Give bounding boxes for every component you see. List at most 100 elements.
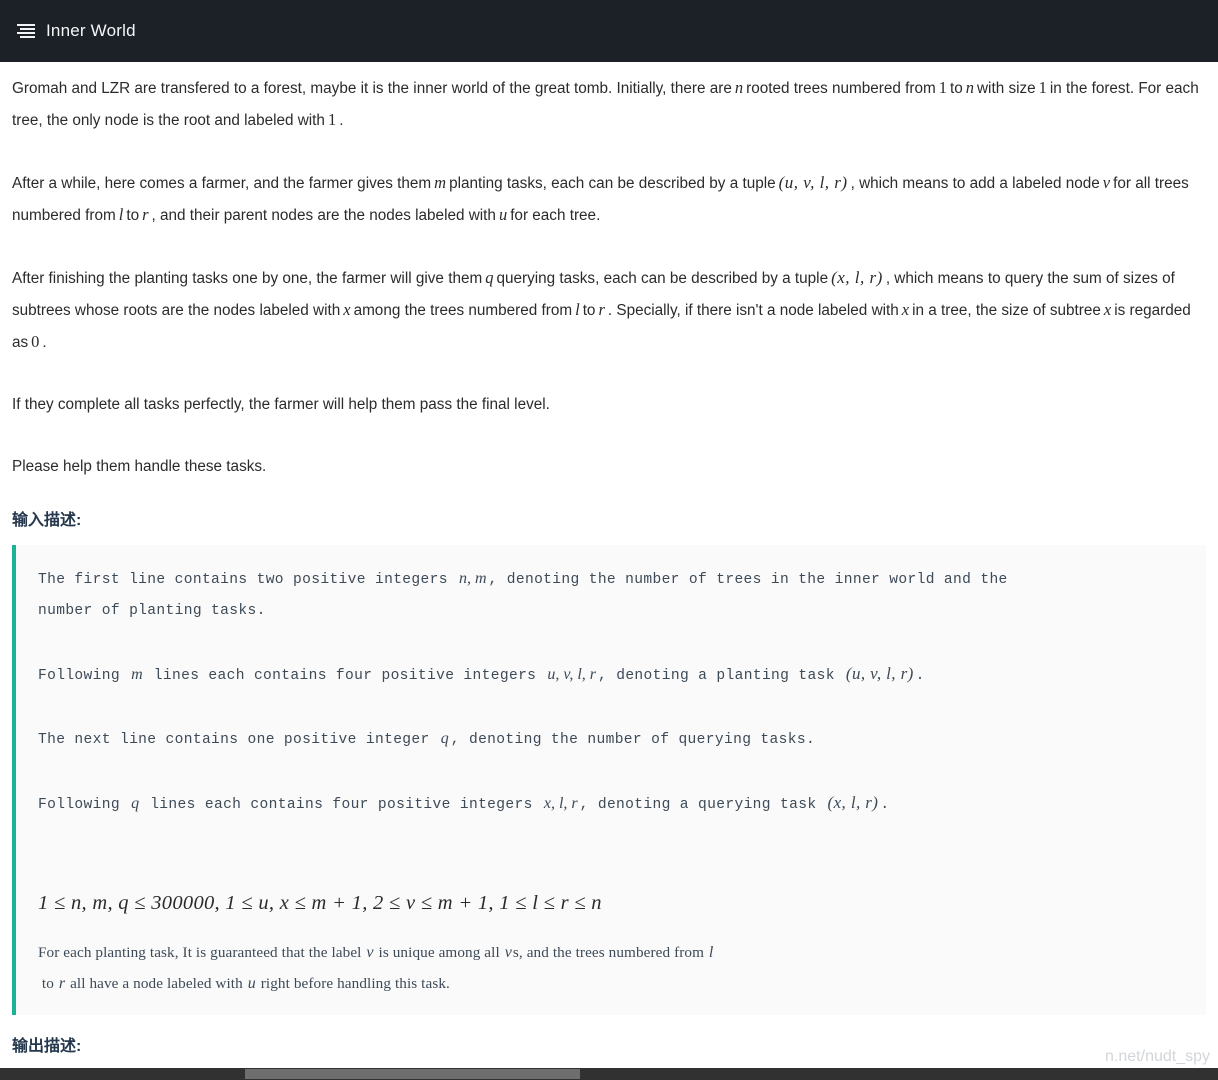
paragraph-final-level: If they complete all tasks perfectly, th… xyxy=(12,396,550,413)
input-l1-b: , denoting the number of trees in the in… xyxy=(488,572,1008,588)
p3-var-q: q xyxy=(485,268,494,287)
p2-text-e: to xyxy=(126,207,140,224)
page-title: Inner World xyxy=(46,21,136,40)
p3-text-i: . xyxy=(42,334,47,351)
note-var-v: v xyxy=(366,944,374,961)
p1-text-c: to xyxy=(949,80,963,97)
input-description-block: The first line contains two positive int… xyxy=(12,545,1206,1015)
input-l4-d: . xyxy=(880,797,890,813)
note-var-vs: v xyxy=(504,944,512,961)
p3-text-e: to xyxy=(582,302,596,319)
input-l3-q: q xyxy=(440,730,449,747)
note-var-r: r xyxy=(58,975,66,992)
p2-var-l: l xyxy=(118,205,124,224)
page-root: Inner World Gromah and LZR are transfere… xyxy=(0,0,1218,1080)
input-l4-vars: x, l, r xyxy=(543,795,578,812)
p2-var-u: u xyxy=(498,205,508,224)
p3-text-f: . Specially, if there isn't a node label… xyxy=(607,302,899,319)
p3-text-b: querying tasks, each can be described by… xyxy=(496,270,829,287)
note-a: For each planting task, It is guaranteed… xyxy=(38,944,362,961)
p2-text-a: After a while, here comes a farmer, and … xyxy=(12,175,432,192)
input-l4-c: , denoting a querying task xyxy=(579,797,817,813)
p1-text-f: . xyxy=(339,112,344,129)
input-l1-vars: n, m xyxy=(458,570,487,587)
p3-var-l: l xyxy=(575,300,580,319)
input-l2-tuple: (u, v, l, r) xyxy=(845,664,914,683)
p2-var-m: m xyxy=(434,173,447,192)
note-f: right before handling this task. xyxy=(260,975,450,992)
p2-tuple: (u, v, l, r) xyxy=(778,173,848,192)
input-l4-tuple: (x, l, r) xyxy=(827,793,879,812)
input-description-heading: 输入描述: xyxy=(12,512,82,529)
note-b: is unique among all xyxy=(378,944,500,961)
note-var-u: u xyxy=(247,975,256,992)
p1-text-d: with size xyxy=(977,80,1036,97)
p3-text-d: among the trees numbered from xyxy=(353,302,573,319)
p3-var-x1: x xyxy=(343,300,351,319)
p3-var-x2: x xyxy=(901,300,910,319)
p3-var-r: r xyxy=(598,300,605,319)
p3-num-zero: 0 xyxy=(31,332,40,351)
input-l4-q: q xyxy=(131,795,140,812)
output-description-heading: 输出描述: xyxy=(12,1038,82,1055)
note-c: s, and the trees numbered from xyxy=(512,944,704,961)
input-line-1: The first line contains two positive int… xyxy=(38,563,1206,596)
p2-text-b: planting tasks, each can be described by… xyxy=(449,175,776,192)
input-l2-c: , denoting a planting task xyxy=(598,668,835,684)
paragraph-querying: After finishing the planting tasks one b… xyxy=(12,262,1206,358)
note-d: to xyxy=(41,975,54,992)
constraint-formula: 1 ≤ n, m, q ≤ 300000, 1 ≤ u, x ≤ m + 1, … xyxy=(38,892,602,914)
input-l2-vars: u, v, l, r xyxy=(547,666,596,683)
input-l3-a: The next line contains one positive inte… xyxy=(38,732,430,748)
input-line-2: Following m lines each contains four pos… xyxy=(38,658,1206,692)
p2-text-g: for each tree. xyxy=(510,207,601,224)
p1-num-1c: 1 xyxy=(327,110,337,129)
p1-num-1b: 1 xyxy=(1038,78,1047,97)
input-note-line-2: to r all have a node labeled with u righ… xyxy=(38,968,1206,999)
p1-num-1a: 1 xyxy=(938,78,947,97)
input-l2-a: Following xyxy=(38,668,120,684)
input-l4-a: Following xyxy=(38,797,120,813)
paragraph-intro: Gromah and LZR are transfered to a fores… xyxy=(12,72,1206,136)
p1-var-n2: n xyxy=(965,78,974,97)
horizontal-scrollbar[interactable] xyxy=(0,1068,1218,1080)
input-l2-d: . xyxy=(915,668,925,684)
p3-var-x3: x xyxy=(1103,300,1112,319)
input-l4-b: lines each contains four positive intege… xyxy=(150,797,533,813)
p1-text-a: Gromah and LZR are transfered to a fores… xyxy=(12,80,732,97)
note-var-l: l xyxy=(708,944,714,961)
list-icon xyxy=(17,23,35,39)
input-line-4: Following q lines each contains four pos… xyxy=(38,787,1206,821)
input-line-3: The next line contains one positive inte… xyxy=(38,723,1206,756)
p1-text-b: rooted trees numbered from xyxy=(746,80,936,97)
horizontal-scrollbar-thumb[interactable] xyxy=(245,1069,580,1079)
app-header: Inner World xyxy=(0,0,1218,62)
p2-var-r: r xyxy=(142,205,149,224)
input-l3-b: , denoting the number of querying tasks. xyxy=(450,732,816,748)
input-l2-b: lines each contains four positive intege… xyxy=(153,668,537,684)
p3-text-a: After finishing the planting tasks one b… xyxy=(12,270,483,287)
paragraph-please-help: Please help them handle these tasks. xyxy=(12,458,267,475)
p3-text-g: in a tree, the size of subtree xyxy=(912,302,1101,319)
p3-tuple: (x, l, r) xyxy=(831,268,883,287)
input-line-1-cont: number of planting tasks. xyxy=(38,603,266,619)
p2-text-f: , and their parent nodes are the nodes l… xyxy=(151,207,496,224)
input-l2-m: m xyxy=(131,666,143,683)
paragraph-planting: After a while, here comes a farmer, and … xyxy=(12,167,1206,231)
p1-var-n1: n xyxy=(734,78,744,97)
p2-var-v: v xyxy=(1102,173,1111,192)
input-l1-a: The first line contains two positive int… xyxy=(38,572,448,588)
input-note-line-1: For each planting task, It is guaranteed… xyxy=(38,937,1206,968)
note-e: all have a node labeled with xyxy=(70,975,243,992)
problem-content: Gromah and LZR are transfered to a fores… xyxy=(0,62,1218,1080)
